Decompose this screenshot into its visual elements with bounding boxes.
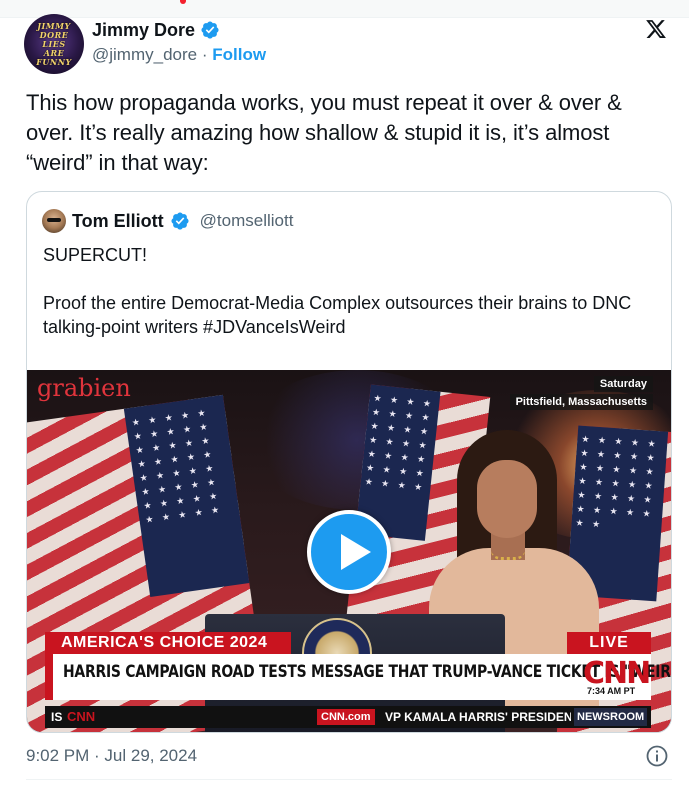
verified-badge-icon <box>201 21 219 39</box>
quoted-tweet[interactable]: Tom Elliott @tomselliott SUPERCUT! Proof… <box>26 191 672 733</box>
speaker-face <box>477 460 537 538</box>
quoted-header: Tom Elliott @tomselliott <box>42 209 293 233</box>
divider <box>26 779 672 780</box>
speaker-necklace <box>491 550 525 560</box>
x-logo-icon[interactable] <box>644 18 668 40</box>
grabien-watermark: grabien <box>37 374 131 402</box>
notification-dot <box>180 0 186 4</box>
quoted-line-2: Proof the entire Democrat-Media Complex … <box>43 293 632 337</box>
quoted-handle: @tomselliott <box>199 211 294 230</box>
broadcast-time: 7:34 AM PT <box>587 686 636 696</box>
handle-separator: · <box>197 45 213 64</box>
ticker-show: NEWSROOM <box>574 708 648 726</box>
ticker-site: CNN.com <box>317 709 375 725</box>
tweet-timestamp[interactable]: 9:02 PM · Jul 29, 2024 <box>26 746 197 766</box>
play-icon[interactable] <box>307 510 391 594</box>
avatar-text-5: FUNNY <box>36 56 72 67</box>
quoted-text: SUPERCUT! Proof the entire Democrat-Medi… <box>43 243 663 363</box>
ticker-left: IS <box>51 710 63 724</box>
tweet-header: JIMMY DORE LIES ARE FUNNY Jimmy Dore @ji… <box>24 14 672 74</box>
chyron-headline: HARRIS CAMPAIGN ROAD TESTS MESSAGE THAT … <box>63 662 672 682</box>
chyron-headline-bar: HARRIS CAMPAIGN ROAD TESTS MESSAGE THAT … <box>45 654 671 700</box>
ticker-text: VP KAMALA HARRIS' PRESIDEN <box>385 710 571 724</box>
quoted-line-1: SUPERCUT! <box>43 245 148 265</box>
video-player[interactable]: ★ ★ ★ ★ ★ ★ ★ ★ ★ ★ ★ ★ ★ ★ ★ ★ ★ ★ ★ ★ … <box>27 370 671 732</box>
location-day: Saturday <box>593 376 653 392</box>
quoted-verified-badge-icon <box>171 212 189 230</box>
author-avatar[interactable]: JIMMY DORE LIES ARE FUNNY <box>24 14 84 74</box>
flag-stars: ★ ★ ★ ★ ★ ★ ★ ★ ★ ★ ★ ★ ★ ★ ★ ★ ★ ★ ★ ★ … <box>131 407 223 525</box>
author-handle[interactable]: @jimmy_dore <box>92 45 197 65</box>
ticker-cnn: CNN <box>67 709 96 724</box>
news-ticker: IS CNN CNN.com VP KAMALA HARRIS' PRESIDE… <box>45 706 651 728</box>
follow-button[interactable]: Follow <box>212 45 266 65</box>
chyron-banner: AMERICA'S CHOICE 2024 <box>45 632 291 654</box>
quoted-avatar <box>42 209 66 233</box>
location-place: Pittsfield, Massachusetts <box>509 394 653 410</box>
quoted-name: Tom Elliott <box>72 210 164 231</box>
author-handle-row: @jimmy_dore · Follow <box>92 45 266 65</box>
author-name[interactable]: Jimmy Dore <box>92 20 195 41</box>
tweet-text: This how propaganda works, you must repe… <box>26 90 622 175</box>
live-badge: LIVE <box>567 632 651 654</box>
info-icon[interactable] <box>645 744 669 768</box>
author-name-row: Jimmy Dore <box>92 18 220 42</box>
